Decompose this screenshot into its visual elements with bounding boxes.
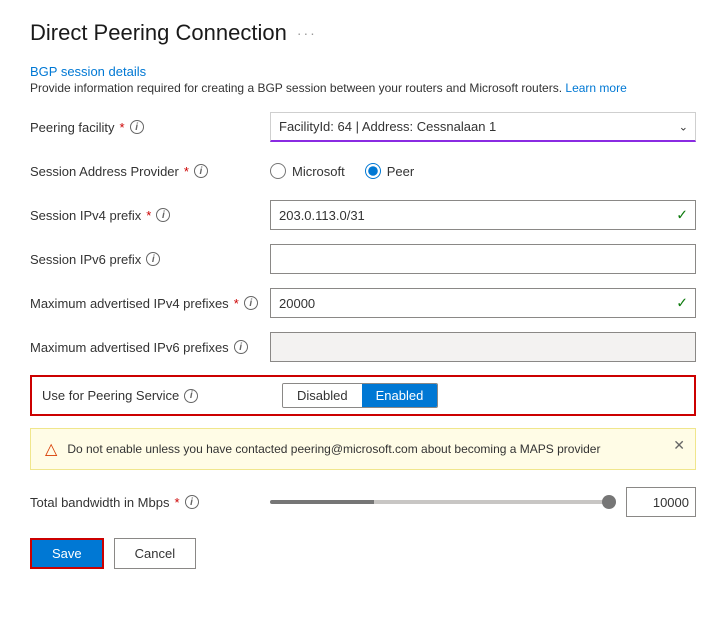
max-ipv6-info-icon[interactable]: i	[234, 340, 248, 354]
bgp-section-label: BGP session details	[30, 64, 696, 79]
radio-microsoft[interactable]: Microsoft	[270, 163, 345, 179]
max-ipv4-control: ✓	[270, 288, 696, 318]
toggle-enabled-button[interactable]: Enabled	[362, 384, 438, 407]
session-address-provider-info-icon[interactable]: i	[194, 164, 208, 178]
form-actions: Save Cancel	[30, 538, 696, 569]
session-ipv4-info-icon[interactable]: i	[156, 208, 170, 222]
peering-service-label: Use for Peering Service i	[42, 388, 282, 403]
peering-facility-required: *	[120, 120, 125, 135]
max-ipv4-label: Maximum advertised IPv4 prefixes * i	[30, 296, 270, 311]
session-address-provider-radio-group: Microsoft Peer	[270, 163, 414, 179]
session-address-provider-control: Microsoft Peer	[270, 163, 696, 179]
bgp-section-desc: Provide information required for creatin…	[30, 81, 696, 95]
max-ipv4-row: Maximum advertised IPv4 prefixes * i ✓	[30, 287, 696, 319]
page-title: Direct Peering Connection	[30, 20, 287, 46]
max-ipv4-required: *	[234, 296, 239, 311]
peering-facility-info-icon[interactable]: i	[130, 120, 144, 134]
cancel-button[interactable]: Cancel	[114, 538, 196, 569]
session-address-provider-row: Session Address Provider * i Microsoft P…	[30, 155, 696, 187]
radio-peer-input[interactable]	[365, 163, 381, 179]
session-ipv6-row: Session IPv6 prefix i	[30, 243, 696, 275]
session-address-provider-label: Session Address Provider * i	[30, 164, 270, 179]
bandwidth-row: Total bandwidth in Mbps * i	[30, 486, 696, 518]
warning-box: △ Do not enable unless you have contacte…	[30, 428, 696, 470]
session-ipv4-required: *	[146, 208, 151, 223]
peering-service-info-icon[interactable]: i	[184, 389, 198, 403]
max-ipv6-label: Maximum advertised IPv6 prefixes i	[30, 340, 270, 355]
warning-close-button[interactable]: ✕	[673, 437, 685, 454]
page-title-container: Direct Peering Connection ···	[30, 20, 696, 46]
session-ipv6-control	[270, 244, 696, 274]
bandwidth-slider[interactable]	[270, 500, 616, 504]
peering-facility-select[interactable]: FacilityId: 64 | Address: Cessnalaan 1	[270, 112, 696, 142]
toggle-disabled-button[interactable]: Disabled	[283, 384, 362, 407]
peering-service-toggle: Disabled Enabled	[282, 383, 438, 408]
peering-facility-control: FacilityId: 64 | Address: Cessnalaan 1 ⌄	[270, 112, 696, 142]
warning-text: Do not enable unless you have contacted …	[67, 442, 681, 456]
session-ipv6-input[interactable]	[270, 244, 696, 274]
bandwidth-label: Total bandwidth in Mbps * i	[30, 495, 270, 510]
check-icon: ✓	[676, 207, 688, 224]
bandwidth-value-input[interactable]	[626, 487, 696, 517]
session-ipv4-label: Session IPv4 prefix * i	[30, 208, 270, 223]
max-ipv4-input-wrapper: ✓	[270, 288, 696, 318]
radio-microsoft-input[interactable]	[270, 163, 286, 179]
peering-facility-label: Peering facility * i	[30, 120, 270, 135]
session-ipv4-input[interactable]	[270, 200, 696, 230]
peering-facility-row: Peering facility * i FacilityId: 64 | Ad…	[30, 111, 696, 143]
peering-service-row: Use for Peering Service i Disabled Enabl…	[30, 375, 696, 416]
bandwidth-info-icon[interactable]: i	[185, 495, 199, 509]
bandwidth-control	[270, 487, 696, 517]
max-ipv4-info-icon[interactable]: i	[244, 296, 258, 310]
session-ipv4-input-wrapper: ✓	[270, 200, 696, 230]
page-title-dots: ···	[297, 25, 317, 41]
peering-facility-select-wrapper: FacilityId: 64 | Address: Cessnalaan 1 ⌄	[270, 112, 696, 142]
bandwidth-required: *	[174, 495, 179, 510]
max-ipv6-row: Maximum advertised IPv6 prefixes i	[30, 331, 696, 363]
radio-microsoft-label: Microsoft	[292, 164, 345, 179]
max-ipv4-input[interactable]	[270, 288, 696, 318]
warning-icon: △	[45, 439, 57, 459]
session-ipv6-label: Session IPv6 prefix i	[30, 252, 270, 267]
learn-more-link[interactable]: Learn more	[565, 81, 626, 95]
max-ipv6-control	[270, 332, 696, 362]
max-ipv6-input[interactable]	[270, 332, 696, 362]
session-address-provider-required: *	[184, 164, 189, 179]
peering-service-control: Disabled Enabled	[282, 383, 684, 408]
radio-peer-label: Peer	[387, 164, 414, 179]
bandwidth-slider-row	[270, 487, 696, 517]
save-button[interactable]: Save	[30, 538, 104, 569]
check-icon-ipv4: ✓	[676, 295, 688, 312]
session-ipv4-row: Session IPv4 prefix * i ✓	[30, 199, 696, 231]
radio-peer[interactable]: Peer	[365, 163, 414, 179]
session-ipv6-info-icon[interactable]: i	[146, 252, 160, 266]
session-ipv4-control: ✓	[270, 200, 696, 230]
